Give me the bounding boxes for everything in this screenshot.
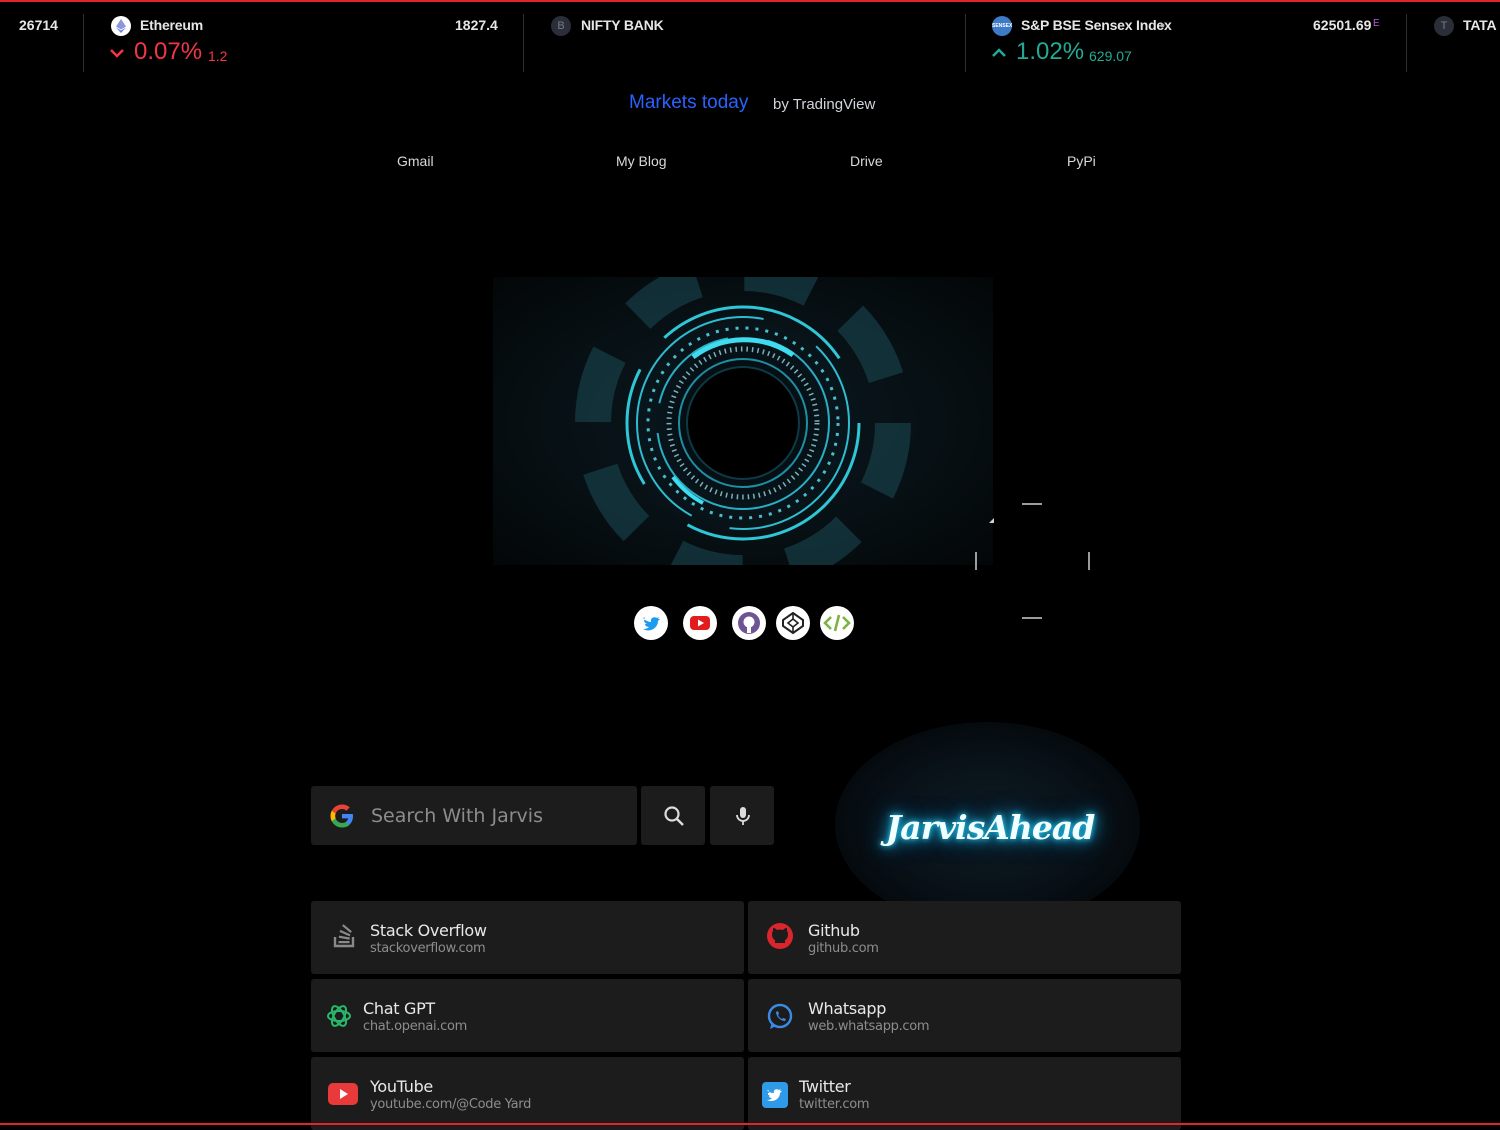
whatsapp-icon	[767, 1003, 793, 1029]
shortcut-card-github[interactable]: Github github.com	[748, 901, 1181, 974]
nav-link-my-blog[interactable]: My Blog	[616, 153, 667, 169]
card-url: stackoverflow.com	[370, 941, 486, 956]
ticker-divider	[965, 14, 966, 72]
github-icon	[738, 612, 760, 634]
search-bar	[311, 786, 637, 845]
github-social-button[interactable]	[732, 606, 766, 640]
card-url: web.whatsapp.com	[808, 1019, 930, 1034]
loader-spinner	[975, 503, 1090, 619]
shortcut-card-chat-gpt[interactable]: Chat GPT chat.openai.com	[311, 979, 744, 1052]
ticker-change-value: 1.2	[208, 48, 228, 64]
ticker-change-value: 629.07	[1089, 48, 1132, 64]
card-title: Github	[808, 921, 860, 940]
nifty-bank-logo-icon: B	[551, 16, 571, 36]
search-icon	[664, 806, 684, 826]
youtube-icon	[690, 616, 710, 630]
shortcut-card-twitter[interactable]: Twitter twitter.com	[748, 1057, 1181, 1130]
github-icon	[767, 923, 793, 949]
card-title: YouTube	[370, 1077, 433, 1096]
ticker-change-percent: 1.02%	[1016, 38, 1085, 65]
search-input[interactable]	[369, 800, 628, 832]
codepen-icon	[782, 611, 804, 635]
by-tradingview-label[interactable]: by TradingView	[773, 96, 875, 113]
stackoverflow-icon	[333, 924, 355, 948]
card-url: github.com	[808, 941, 879, 956]
brand-logo: JarvisAhead	[885, 808, 1096, 847]
sensex-logo-icon: SENSEX	[992, 16, 1012, 36]
twitter-icon	[643, 617, 660, 631]
ticker-change-percent: 0.07%	[134, 38, 203, 65]
ticker-symbol-name[interactable]: TATA M	[1463, 17, 1500, 33]
card-title: Twitter	[799, 1077, 851, 1096]
shortcut-card-youtube[interactable]: YouTube youtube.com/@Code Yard	[311, 1057, 744, 1130]
search-button[interactable]	[641, 786, 705, 845]
shortcut-card-stack-overflow[interactable]: Stack Overflow stackoverflow.com	[311, 901, 744, 974]
microphone-icon	[736, 807, 750, 825]
ticker-price: 62501.69	[1313, 17, 1372, 33]
ticker-symbol-name[interactable]: Ethereum	[140, 17, 203, 33]
chatgpt-icon	[327, 1005, 351, 1027]
ticker-divider	[523, 14, 524, 72]
hud-animation	[493, 277, 993, 565]
ticker-divider	[83, 14, 84, 72]
ticker-value: 26714	[19, 17, 58, 33]
ticker-status-dot: •	[1160, 17, 1165, 33]
google-icon	[330, 804, 353, 828]
markets-today-link[interactable]: Markets today	[629, 92, 748, 114]
card-url: twitter.com	[799, 1097, 870, 1112]
twitter-icon	[762, 1082, 788, 1108]
card-url: chat.openai.com	[363, 1019, 468, 1034]
ticker-symbol-name[interactable]: NIFTY BANK	[581, 17, 664, 33]
card-title: Stack Overflow	[370, 921, 487, 940]
chevron-down-icon	[109, 46, 125, 64]
ticker-divider	[1406, 14, 1407, 72]
code-icon	[823, 614, 851, 632]
voice-search-button[interactable]	[710, 786, 774, 845]
ticker-tape[interactable]: 26714 Ethereum 1827.4 0.07% 1.2 B NIFTY …	[0, 2, 1500, 72]
card-url: youtube.com/@Code Yard	[370, 1097, 532, 1112]
ticker-price: 1827.4	[455, 17, 498, 33]
shortcut-card-whatsapp[interactable]: Whatsapp web.whatsapp.com	[748, 979, 1181, 1052]
nav-link-pypi[interactable]: PyPi	[1067, 153, 1096, 169]
ethereum-logo-icon	[111, 16, 131, 36]
ticker-price-flag: E	[1373, 18, 1380, 29]
nav-link-drive[interactable]: Drive	[850, 153, 883, 169]
youtube-social-button[interactable]	[683, 606, 717, 640]
card-title: Chat GPT	[363, 999, 435, 1018]
card-title: Whatsapp	[808, 999, 887, 1018]
youtube-icon	[328, 1083, 358, 1105]
ticker-symbol-name[interactable]: S&P BSE Sensex Index	[1021, 17, 1172, 33]
chevron-up-icon	[991, 46, 1007, 64]
twitter-social-button[interactable]	[634, 606, 668, 640]
code-social-button[interactable]	[820, 606, 854, 640]
nav-link-gmail[interactable]: Gmail	[397, 153, 434, 169]
codepen-social-button[interactable]	[776, 606, 810, 640]
tata-logo-icon: T	[1434, 16, 1454, 36]
